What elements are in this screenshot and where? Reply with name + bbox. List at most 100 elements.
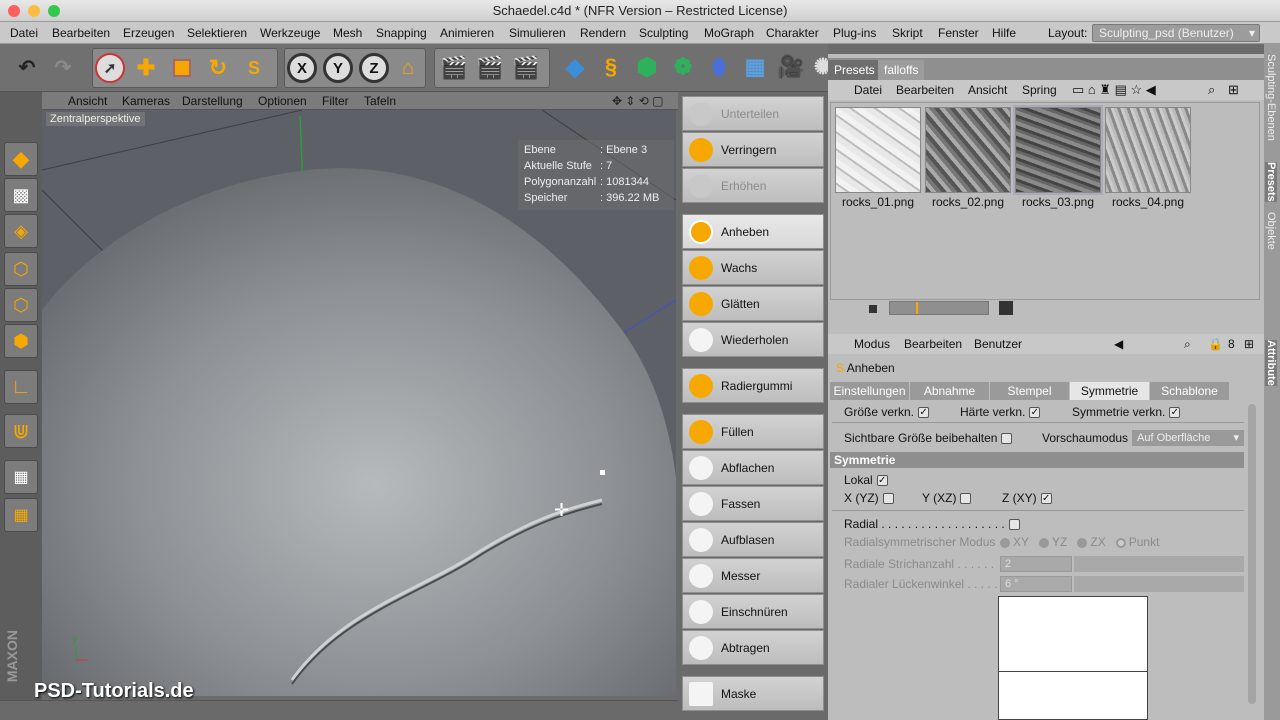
axis-x-checkbox[interactable] xyxy=(882,493,894,505)
presets-menu-ansicht[interactable]: Ansicht xyxy=(968,80,1007,100)
axis-mode-icon[interactable]: ∟ xyxy=(4,370,38,404)
rotate-icon[interactable]: ↻ xyxy=(203,53,233,83)
thumb-rocks-02[interactable] xyxy=(925,107,1011,193)
workplane-icon[interactable]: ◈ xyxy=(4,214,38,248)
tab-schablone[interactable]: Schablone xyxy=(1150,382,1230,400)
size-link-checkbox[interactable]: ✓ xyxy=(918,407,930,419)
attr-menu-modus[interactable]: Modus xyxy=(854,334,890,354)
thumb-rocks-03[interactable] xyxy=(1013,105,1103,195)
presets-menu-bearbeiten[interactable]: Bearbeiten xyxy=(896,80,954,100)
deformer-icon[interactable]: ⬮ xyxy=(704,52,734,82)
menu-bearbeiten[interactable]: Bearbeiten xyxy=(52,22,110,44)
back-arrow-icon[interactable]: ◀ xyxy=(1114,334,1123,354)
coordinate-system-icon[interactable]: ⌂ xyxy=(393,53,423,83)
search-icon[interactable]: ⌕ xyxy=(1208,80,1215,100)
side-tab-attribute[interactable]: Attribute xyxy=(1265,340,1277,386)
abflachen-button[interactable]: Abflachen xyxy=(682,450,824,485)
lokal-checkbox[interactable]: ✓ xyxy=(876,475,888,487)
symmetry-link-checkbox[interactable]: ✓ xyxy=(1169,407,1181,419)
fuellen-button[interactable]: Füllen xyxy=(682,414,824,449)
y-axis-lock-icon[interactable]: Y xyxy=(323,53,353,83)
browser-toolbar-icons[interactable]: ▭ ⌂ ♜ ▤ ☆ ◀ xyxy=(1072,80,1156,100)
verringern-button[interactable]: Verringern xyxy=(682,132,824,167)
messer-button[interactable]: Messer xyxy=(682,558,824,593)
undo-icon[interactable]: ↶ xyxy=(12,52,42,82)
side-tab-sculpting-ebenen[interactable]: Sculpting-Ebenen xyxy=(1265,54,1277,141)
minimize-window-button[interactable] xyxy=(28,5,40,17)
render-settings-icon[interactable]: 🎬 xyxy=(511,53,541,83)
thumb-rocks-04[interactable] xyxy=(1105,107,1191,193)
generator-icon[interactable]: ⬢ xyxy=(632,52,662,82)
radio-yz[interactable] xyxy=(1039,537,1050,548)
thumb-rocks-01[interactable] xyxy=(835,107,921,193)
camera-icon[interactable]: 🎥 xyxy=(776,52,806,82)
attributes-scrollbar[interactable] xyxy=(1248,404,1256,704)
menu-snapping[interactable]: Snapping xyxy=(376,22,427,44)
tab-abnahme[interactable]: Abnahme xyxy=(910,382,990,400)
thumb-size-slider[interactable] xyxy=(889,301,989,315)
vp-menu-darstellung[interactable]: Darstellung xyxy=(182,92,243,110)
axis-z-checkbox[interactable]: ✓ xyxy=(1040,493,1052,505)
radial-checkbox[interactable] xyxy=(1008,519,1020,531)
tab-falloffs[interactable]: falloffs xyxy=(878,60,925,80)
sculpt-brush-icon[interactable]: S xyxy=(239,53,269,83)
fassen-button[interactable]: Fassen xyxy=(682,486,824,521)
menu-mograph[interactable]: MoGraph xyxy=(704,22,754,44)
radial-strokes-input[interactable]: 2 xyxy=(1000,556,1072,572)
tab-einstellungen[interactable]: Einstellungen xyxy=(830,382,910,400)
layout-select[interactable]: Sculpting_psd (Benutzer) ▾ xyxy=(1092,24,1260,42)
model-mode-icon[interactable]: ◆ xyxy=(4,142,38,176)
mograph-cloner-icon[interactable]: ❁ xyxy=(668,52,698,82)
scale-icon[interactable] xyxy=(167,53,197,83)
menu-erzeugen[interactable]: Erzeugen xyxy=(123,22,174,44)
menu-rendern[interactable]: Rendern xyxy=(580,22,626,44)
menu-datei[interactable]: Datei xyxy=(10,22,38,44)
scene-floor-icon[interactable]: ▦ xyxy=(740,52,770,82)
side-tab-objekte[interactable]: Objekte xyxy=(1265,212,1277,250)
anheben-button[interactable]: Anheben xyxy=(682,214,824,249)
radio-zx[interactable] xyxy=(1077,537,1088,548)
radial-gap-slider[interactable] xyxy=(1074,576,1244,592)
lock-icon[interactable]: 🔒 xyxy=(1208,334,1223,354)
aufblasen-button[interactable]: Aufblasen xyxy=(682,522,824,557)
vp-menu-optionen[interactable]: Optionen xyxy=(258,92,307,110)
hardness-link-checkbox[interactable]: ✓ xyxy=(1029,407,1041,419)
menu-charakter[interactable]: Charakter xyxy=(766,22,819,44)
texture-mode-icon[interactable]: ▩ xyxy=(4,178,38,212)
radio-xy[interactable] xyxy=(1000,537,1010,548)
polygons-mode-icon[interactable]: ⬢ xyxy=(4,324,38,358)
tab-symmetrie[interactable]: Symmetrie xyxy=(1070,382,1150,400)
render-picture-viewer-icon[interactable]: 🎬 xyxy=(475,53,505,83)
wiederholen-button[interactable]: Wiederholen xyxy=(682,322,824,357)
tab-presets[interactable]: Presets xyxy=(828,60,881,80)
axis-y-checkbox[interactable] xyxy=(960,493,972,505)
move-icon[interactable]: ✚ xyxy=(131,53,161,83)
edges-mode-icon[interactable]: ⬡ xyxy=(4,288,38,322)
redo-icon[interactable]: ↷ xyxy=(48,52,78,82)
menu-plugins[interactable]: Plug-ins xyxy=(833,22,876,44)
menu-simulieren[interactable]: Simulieren xyxy=(509,22,566,44)
large-thumb-icon[interactable] xyxy=(999,301,1013,315)
radiergummi-button[interactable]: Radiergummi xyxy=(682,368,824,403)
menu-hilfe[interactable]: Hilfe xyxy=(992,22,1016,44)
wachs-button[interactable]: Wachs xyxy=(682,250,824,285)
attr-menu-benutzer[interactable]: Benutzer xyxy=(974,334,1022,354)
viewport[interactable]: ✛ y Zentralperspektive Ebene : Ebene 3 A… xyxy=(42,110,676,696)
workplane-lock-icon[interactable]: ▦ xyxy=(4,460,38,494)
unterteilen-button[interactable]: Unterteilen xyxy=(682,96,824,131)
menu-skript[interactable]: Skript xyxy=(892,22,923,44)
preview-mode-select[interactable]: Auf Oberfläche ▾ xyxy=(1132,430,1244,446)
small-thumb-icon[interactable] xyxy=(869,305,877,313)
maske-button[interactable]: Maske xyxy=(682,676,824,711)
points-mode-icon[interactable]: ⬡ xyxy=(4,252,38,286)
cube-object-icon[interactable]: ◆ xyxy=(560,52,590,82)
keep-size-checkbox[interactable] xyxy=(1001,433,1013,445)
vp-menu-filter[interactable]: Filter xyxy=(322,92,349,110)
einschnueren-button[interactable]: Einschnüren xyxy=(682,594,824,629)
snap-magnet-icon[interactable]: ⋓ xyxy=(4,414,38,448)
radial-gap-input[interactable]: 6 ° xyxy=(1000,576,1072,592)
zoom-window-button[interactable] xyxy=(48,5,60,17)
erhoehen-button[interactable]: Erhöhen xyxy=(682,168,824,203)
glaetten-button[interactable]: Glätten xyxy=(682,286,824,321)
x-axis-lock-icon[interactable]: X xyxy=(287,53,317,83)
